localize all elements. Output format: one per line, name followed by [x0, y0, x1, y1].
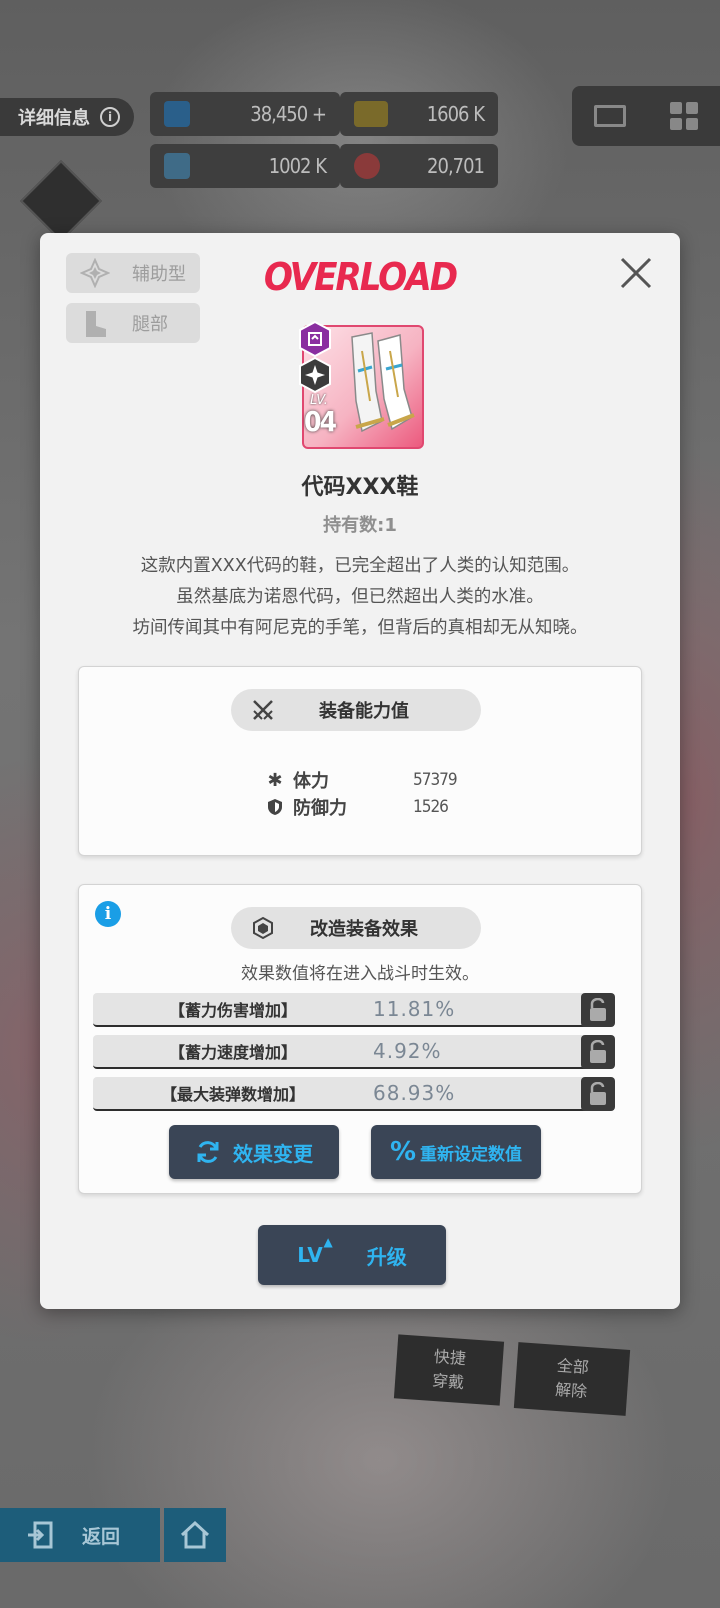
back-label: 返回	[82, 1525, 121, 1548]
effect-row: 【最大装弹数增加】 68.93%	[93, 1077, 613, 1111]
battery-icon	[354, 101, 388, 127]
stat-value: 57379	[413, 770, 458, 790]
top-menu	[572, 86, 720, 146]
resource-value: 1606 K	[426, 102, 485, 126]
owned-count: 持有数:1	[323, 515, 397, 536]
slot-tag: 腿部	[66, 303, 200, 343]
effects-note: 效果数值将在进入战斗时生效。	[241, 964, 479, 984]
change-effect-button[interactable]: 效果变更	[169, 1125, 339, 1179]
exit-icon	[28, 1521, 53, 1549]
home-icon	[180, 1520, 210, 1549]
stats-panel-header: 装备能力值	[231, 689, 481, 731]
resource-battery: 1606 K	[340, 92, 498, 136]
support-type-badge-icon	[299, 357, 331, 393]
unlock-icon[interactable]	[581, 1077, 615, 1111]
effect-row: 【蓄力速度增加】 4.92%	[93, 1035, 613, 1069]
resource-value: 1002 K	[268, 154, 327, 178]
boots-slot-icon	[86, 311, 106, 337]
crossed-swords-icon	[253, 700, 273, 720]
menu-grid-icon[interactable]	[670, 102, 698, 130]
effect-name: 【最大装弹数增加】	[160, 1085, 305, 1104]
info-icon[interactable]: i	[100, 107, 120, 127]
effect-value: 68.93%	[373, 1081, 456, 1105]
percent-icon: %	[389, 1137, 417, 1167]
unlock-icon[interactable]	[581, 1035, 615, 1069]
effects-panel-title: 改造装备效果	[310, 919, 418, 940]
item-name: 代码XXX鞋	[301, 475, 419, 500]
mail-icon[interactable]	[594, 105, 626, 127]
info-icon[interactable]: i	[95, 901, 121, 927]
effect-value: 4.92%	[373, 1039, 442, 1063]
change-effect-label: 效果变更	[233, 1141, 313, 1166]
item-description: 这款内置XXX代码的鞋，已完全超出了人类的认知范围。 虽然基底为诺恩代码，但已然…	[40, 551, 680, 644]
upgrade-button[interactable]: LV ▲ 升级	[258, 1225, 446, 1285]
effect-value: 11.81%	[373, 997, 456, 1021]
unequip-all-button[interactable]: 全部 解除	[513, 1342, 631, 1416]
detail-info-label: 详细信息	[18, 108, 90, 129]
add-resource-button[interactable]: +	[312, 102, 327, 126]
description-line: 坊间传闻其中有阿尼克的手笔，但背后的真相却无从知晓。	[132, 618, 588, 638]
close-icon[interactable]	[616, 253, 656, 293]
item-level: 04	[304, 405, 337, 438]
reset-values-label: 重新设定数值	[420, 1144, 523, 1165]
red-orb-icon	[354, 153, 380, 179]
refresh-icon	[197, 1141, 219, 1163]
effect-row: 【蓄力伤害增加】 11.81%	[93, 993, 613, 1027]
resource-value: 20,701	[427, 154, 485, 178]
overload-logo: OVERLOAD	[263, 255, 458, 299]
shield-icon	[265, 798, 285, 816]
resource-blue-crystal: 38,450 +	[150, 92, 340, 136]
equipment-detail-modal: 辅助型 腿部 OVERLOAD LV. 04 代码XXX鞋 持有数:1 这款内置	[40, 233, 680, 1309]
resource-core-capsule: 1002 K	[150, 144, 340, 188]
level-up-text: LV	[297, 1243, 323, 1267]
effect-name: 【蓄力伤害增加】	[168, 1001, 297, 1020]
stat-label: 防御力	[293, 798, 347, 819]
effects-panel-header: 改造装备效果	[231, 907, 481, 949]
detail-info-tab[interactable]: 详细信息 i	[0, 98, 134, 136]
blue-crystal-icon	[164, 101, 190, 127]
effects-panel: i 改造装备效果 效果数值将在进入战斗时生效。 【蓄力伤害增加】 11.81% …	[78, 884, 642, 1194]
effect-name: 【蓄力速度增加】	[168, 1043, 297, 1062]
boots-image	[351, 332, 415, 433]
unlock-icon[interactable]	[581, 993, 615, 1027]
cube-icon	[253, 916, 273, 940]
slot-tag-label: 腿部	[132, 314, 168, 335]
stats-panel: 装备能力值 ✱ 体力 57379 防御力 1526	[78, 666, 642, 856]
back-button[interactable]: 返回	[0, 1508, 160, 1562]
level-up-icon: LV ▲	[297, 1235, 333, 1267]
description-line: 这款内置XXX代码的鞋，已完全超出了人类的认知范围。	[140, 556, 580, 576]
stat-row-hp: ✱ 体力 57379	[265, 767, 457, 793]
capsule-icon	[164, 153, 190, 179]
hp-asterisk-icon: ✱	[267, 769, 283, 791]
stat-row-defense: 防御力 1526	[265, 794, 449, 820]
upgrade-label: 升级	[366, 1244, 407, 1269]
home-button[interactable]	[164, 1508, 226, 1562]
stats-panel-title: 装备能力值	[319, 701, 409, 722]
quick-equip-button[interactable]: 快捷 穿戴	[393, 1334, 505, 1406]
stat-value: 1526	[413, 797, 449, 817]
stat-label: 体力	[293, 771, 329, 792]
rarity-badge-icon	[299, 321, 331, 357]
resource-red-orb: 20,701	[340, 144, 498, 188]
reset-values-button[interactable]: % 重新设定数值	[371, 1125, 541, 1179]
description-line: 虽然基底为诺恩代码，但已然超出人类的水准。	[176, 587, 544, 607]
resource-value: 38,450	[250, 102, 308, 126]
